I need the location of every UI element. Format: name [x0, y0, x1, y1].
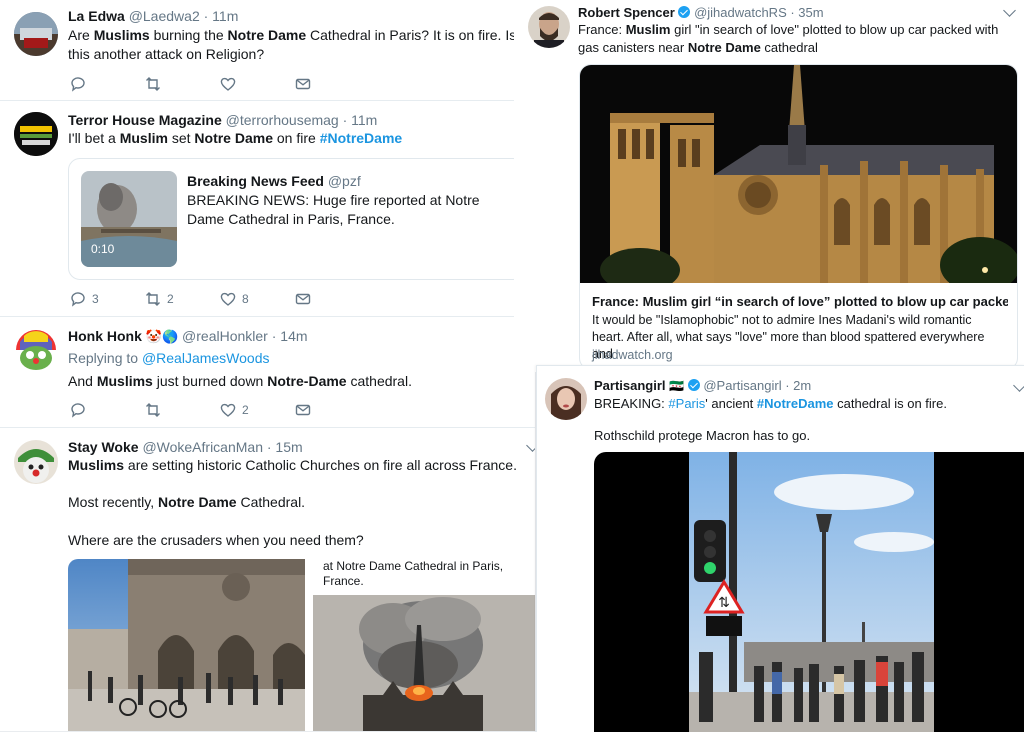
- verified-badge-icon: [687, 379, 700, 391]
- reply-icon: [71, 403, 85, 418]
- like-count: 8: [242, 292, 249, 306]
- heart-icon: [220, 77, 236, 91]
- avatar[interactable]: [14, 328, 58, 372]
- envelope-icon: [295, 78, 311, 90]
- tweet-text: France: Muslim girl "in search of love" …: [578, 22, 999, 55]
- flag-emoji: 🇸🇾: [669, 379, 685, 393]
- author-handle[interactable]: @realHonkler · 14m: [182, 328, 307, 344]
- tweet-text: I'll bet a Muslim set Notre Dame on fire…: [68, 130, 403, 146]
- tweet-text-line-2: Most recently, Notre Dame Cathedral.: [68, 494, 306, 510]
- author-name[interactable]: La Edwa: [68, 8, 125, 24]
- retweet-button[interactable]: [145, 402, 220, 418]
- avatar[interactable]: [14, 440, 58, 484]
- hashtag-link[interactable]: #NotreDame: [757, 396, 834, 411]
- chevron-down-icon[interactable]: [1003, 4, 1016, 17]
- retweet-button[interactable]: 2: [145, 291, 220, 307]
- reply-button[interactable]: [70, 402, 145, 418]
- quoted-author-name[interactable]: Breaking News Feed: [187, 173, 324, 189]
- notre-dame-night-photo: [580, 65, 1017, 293]
- divider: [0, 316, 535, 317]
- retweet-button[interactable]: [145, 76, 220, 92]
- avatar[interactable]: [14, 112, 58, 156]
- author-name[interactable]: Terror House Magazine: [68, 112, 222, 128]
- avatar[interactable]: [14, 12, 58, 56]
- reply-mention-link[interactable]: @RealJamesWoods: [142, 350, 270, 366]
- left-timeline: La Edwa @Laedwa2 · 11m Are Muslims burni…: [0, 0, 535, 731]
- reply-icon: [71, 77, 85, 92]
- retweet-icon: [146, 403, 160, 417]
- hashtag-link[interactable]: #Paris: [668, 396, 705, 411]
- tweet-spencer[interactable]: Robert Spencer @jihadwatchRS · 35m Franc…: [514, 0, 1024, 372]
- reply-icon: [71, 292, 85, 307]
- link-card[interactable]: France: Muslim girl “in search of love” …: [579, 64, 1018, 370]
- envelope-icon: [295, 404, 311, 416]
- like-button[interactable]: 2: [220, 402, 295, 418]
- dm-button[interactable]: [295, 76, 370, 92]
- author-handle[interactable]: @WokeAfricanMan · 15m: [142, 439, 302, 455]
- author-name[interactable]: Stay Woke: [68, 439, 139, 455]
- fire-photo[interactable]: at Notre Dame Cathedral in Paris, France…: [313, 559, 535, 731]
- tweet-actions: 3 2 8: [70, 290, 370, 308]
- reply-button[interactable]: [70, 76, 145, 92]
- quoted-author-handle[interactable]: @pzf: [328, 173, 361, 189]
- tweet-text: BREAKING: #Paris' ancient #NotreDame cat…: [594, 396, 947, 411]
- retweet-icon: [146, 292, 160, 306]
- name-emoji: 🤡🌎: [145, 329, 179, 344]
- author-handle[interactable]: @Laedwa2 · 11m: [129, 8, 239, 24]
- like-button[interactable]: 8: [220, 291, 295, 307]
- envelope-icon: [295, 293, 311, 305]
- tweet-text-line-2: Rothschild protege Macron has to go.: [594, 428, 811, 443]
- replying-to: Replying to @RealJamesWoods: [68, 350, 270, 366]
- dm-button[interactable]: [295, 402, 370, 418]
- svg-text:⇅: ⇅: [718, 595, 730, 611]
- photo-caption: at Notre Dame Cathedral in Paris, France…: [323, 559, 504, 588]
- video-duration: 0:10: [91, 242, 115, 256]
- chevron-down-icon[interactable]: [1013, 379, 1024, 392]
- tweet-text: And Muslims just burned down Notre-Dame …: [68, 373, 412, 389]
- retweet-icon: [146, 77, 160, 91]
- cathedral-photo[interactable]: [68, 559, 305, 731]
- quoted-tweet[interactable]: 0:10 Breaking News Feed @pzf BREAKING NE…: [68, 158, 525, 280]
- like-count: 2: [242, 403, 249, 417]
- tweet-text: Are Muslims burning the Notre Dame Cathe…: [68, 27, 517, 62]
- tweet-text-line-1: Muslims are setting historic Catholic Ch…: [68, 457, 517, 473]
- author-handle[interactable]: @jihadwatchRS · 35m: [694, 5, 824, 20]
- verified-badge-icon: [678, 6, 691, 18]
- divider: [0, 100, 535, 101]
- video-thumbnail[interactable]: 0:10: [81, 171, 177, 267]
- author-handle[interactable]: @Partisangirl · 2m: [703, 378, 811, 393]
- tweet-actions: [70, 75, 370, 93]
- author-name[interactable]: Honk Honk: [68, 328, 142, 344]
- reply-button[interactable]: 3: [70, 291, 145, 307]
- divider: [0, 427, 535, 428]
- hashtag-link[interactable]: #NotreDame: [320, 130, 402, 146]
- retweet-count: 2: [167, 292, 174, 306]
- reply-count: 3: [92, 292, 99, 306]
- link-domain: jihadwatch.org: [592, 348, 673, 362]
- avatar[interactable]: [545, 378, 587, 420]
- tweet-actions: 2: [70, 401, 370, 419]
- heart-icon: [220, 292, 236, 306]
- chevron-down-icon[interactable]: [526, 439, 535, 452]
- tweet-partisangirl[interactable]: Partisangirl 🇸🇾 @Partisangirl · 2m BREAK…: [536, 365, 1024, 732]
- avatar[interactable]: [528, 6, 570, 48]
- author-handle[interactable]: @terrorhousemag · 11m: [226, 112, 378, 128]
- heart-icon: [220, 403, 236, 417]
- video-player[interactable]: ⇅: [594, 452, 1024, 732]
- dm-button[interactable]: [295, 291, 370, 307]
- author-name[interactable]: Robert Spencer: [578, 5, 675, 20]
- like-button[interactable]: [220, 76, 295, 92]
- author-name[interactable]: Partisangirl: [594, 378, 666, 393]
- tweet-text-line-3: Where are the crusaders when you need th…: [68, 532, 364, 548]
- quoted-text: BREAKING NEWS: Huge fire reported at Not…: [187, 192, 480, 227]
- link-title: France: Muslim girl “in search of love” …: [592, 294, 1008, 309]
